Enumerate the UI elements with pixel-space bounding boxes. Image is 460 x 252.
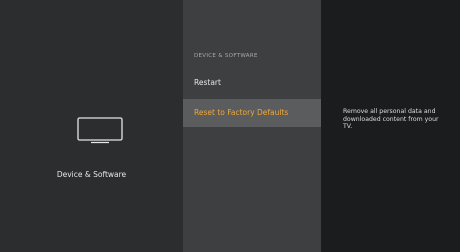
reset-factory-defaults-menu-item[interactable]: Reset to Factory Defaults xyxy=(183,99,321,127)
tv-icon xyxy=(77,117,123,144)
category-label: Device & Software xyxy=(56,170,127,179)
restart-menu-item[interactable]: Restart xyxy=(183,69,321,97)
settings-screen: Device & Software DEVICE & SOFTWARE Rest… xyxy=(0,0,460,252)
category-panel: Device & Software xyxy=(0,0,183,252)
option-description: Remove all personal data and downloaded … xyxy=(343,108,439,131)
section-heading: DEVICE & SOFTWARE xyxy=(194,53,258,59)
